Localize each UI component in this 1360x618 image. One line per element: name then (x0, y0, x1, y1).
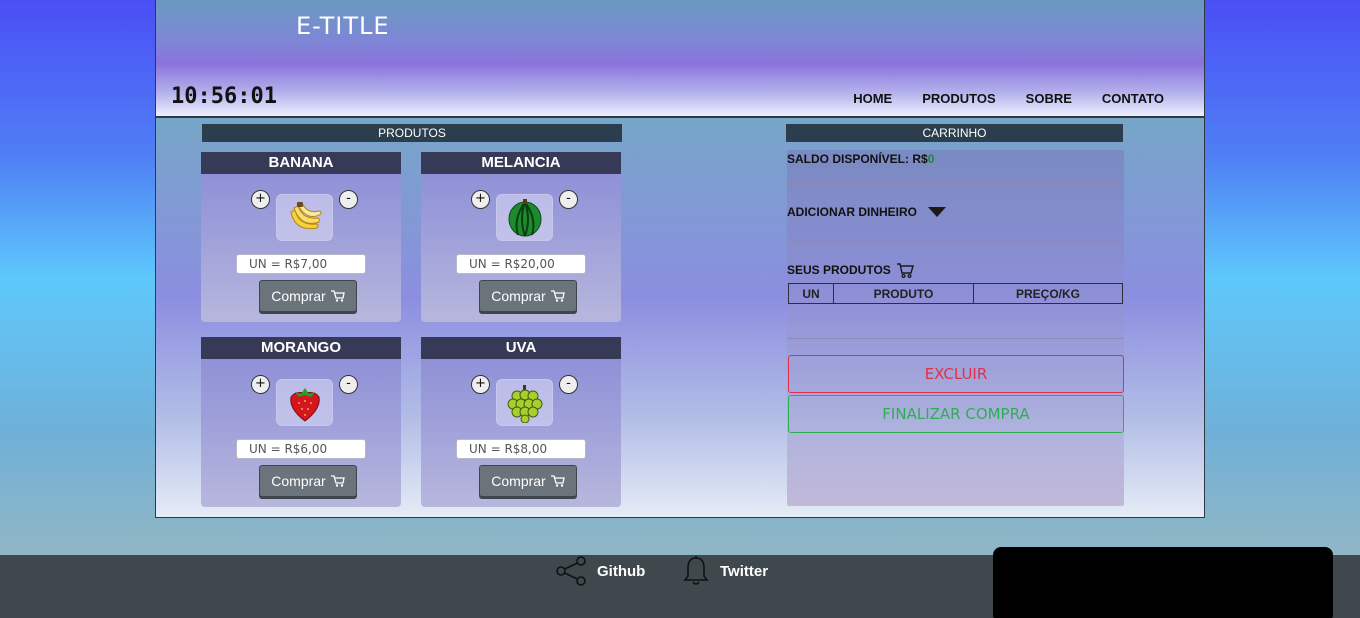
products-section-title: PRODUTOS (202, 124, 622, 142)
cart-table: UN PRODUTO PREÇO/KG (788, 283, 1123, 304)
cart-panel: SALDO DISPONÍVEL: R$0 ADICIONAR DINHEIRO… (787, 150, 1124, 506)
column-header-produto: PRODUTO (833, 283, 974, 304)
buy-label: Comprar (271, 473, 326, 489)
your-products-label: SEUS PRODUTOS (787, 263, 891, 277)
cart-icon (330, 290, 345, 302)
page-frame: E-TITLE 10:56:01 HOME PRODUTOS SOBRE CON… (155, 0, 1205, 518)
buy-label: Comprar (491, 288, 546, 304)
main-content: PRODUTOS BANANA + - Comprar MELANCI (156, 118, 1204, 517)
column-header-preco: PREÇO/KG (973, 283, 1123, 304)
cart-icon (550, 290, 565, 302)
clock: 10:56:01 (171, 84, 277, 109)
caret-down-icon (928, 207, 947, 217)
increase-button[interactable]: + (471, 375, 490, 394)
divider (787, 184, 1124, 185)
strawberry-icon (276, 379, 333, 426)
price-field[interactable] (236, 439, 366, 459)
add-money-toggle[interactable]: ADICIONAR DINHEIRO (787, 205, 947, 219)
buy-button[interactable]: Comprar (479, 280, 577, 312)
site-header: E-TITLE 10:56:01 HOME PRODUTOS SOBRE CON… (156, 0, 1204, 118)
column-header-un: UN (788, 283, 834, 304)
buy-button[interactable]: Comprar (259, 465, 357, 497)
product-name: MELANCIA (421, 152, 621, 174)
product-name: MORANGO (201, 337, 401, 359)
product-card-melancia: MELANCIA + - Comprar (421, 152, 621, 322)
twitter-label: Twitter (720, 562, 769, 580)
product-card-banana: BANANA + - Comprar (201, 152, 401, 322)
nav-contato[interactable]: CONTATO (1102, 91, 1164, 106)
increase-button[interactable]: + (251, 375, 270, 394)
price-field[interactable] (236, 254, 366, 274)
share-icon (556, 556, 586, 586)
your-products-heading: SEUS PRODUTOS (787, 262, 914, 278)
divider (787, 242, 1124, 243)
divider (787, 338, 1124, 339)
decrease-button[interactable]: - (339, 190, 358, 209)
site-title: E-TITLE (296, 12, 390, 40)
decrease-button[interactable]: - (559, 190, 578, 209)
buy-label: Comprar (271, 288, 326, 304)
buy-button[interactable]: Comprar (259, 280, 357, 312)
nav-home[interactable]: HOME (853, 91, 892, 106)
increase-button[interactable]: + (471, 190, 490, 209)
nav-sobre[interactable]: SOBRE (1026, 91, 1072, 106)
github-label: Github (597, 562, 646, 580)
cart-section-title: CARRINHO (786, 124, 1123, 142)
main-nav: HOME PRODUTOS SOBRE CONTATO (853, 91, 1164, 106)
banana-icon (276, 194, 333, 241)
cart-icon (550, 475, 565, 487)
cart-icon (330, 475, 345, 487)
product-card-uva: UVA + - Comprar (421, 337, 621, 507)
watermelon-icon (496, 194, 553, 241)
delete-button[interactable]: EXCLUIR (788, 355, 1124, 393)
product-card-morango: MORANGO + - Comprar (201, 337, 401, 507)
buy-label: Comprar (491, 473, 546, 489)
twitter-link[interactable]: Twitter (682, 555, 768, 587)
buy-button[interactable]: Comprar (479, 465, 577, 497)
shopping-cart-icon (896, 263, 914, 278)
nav-produtos[interactable]: PRODUTOS (922, 91, 995, 106)
price-field[interactable] (456, 439, 586, 459)
github-link[interactable]: Github (555, 555, 645, 587)
product-name: UVA (421, 337, 621, 359)
increase-button[interactable]: + (251, 190, 270, 209)
balance-row: SALDO DISPONÍVEL: R$0 (787, 152, 934, 166)
decrease-button[interactable]: - (559, 375, 578, 394)
balance-value: 0 (927, 152, 935, 166)
bell-icon (683, 556, 709, 585)
price-field[interactable] (456, 254, 586, 274)
redaction-scribble (993, 547, 1333, 618)
balance-label: SALDO DISPONÍVEL: R$ (787, 152, 928, 166)
grapes-icon (496, 379, 553, 426)
decrease-button[interactable]: - (339, 375, 358, 394)
add-money-label: ADICIONAR DINHEIRO (787, 205, 918, 219)
product-name: BANANA (201, 152, 401, 174)
checkout-button[interactable]: FINALIZAR COMPRA (788, 395, 1124, 433)
